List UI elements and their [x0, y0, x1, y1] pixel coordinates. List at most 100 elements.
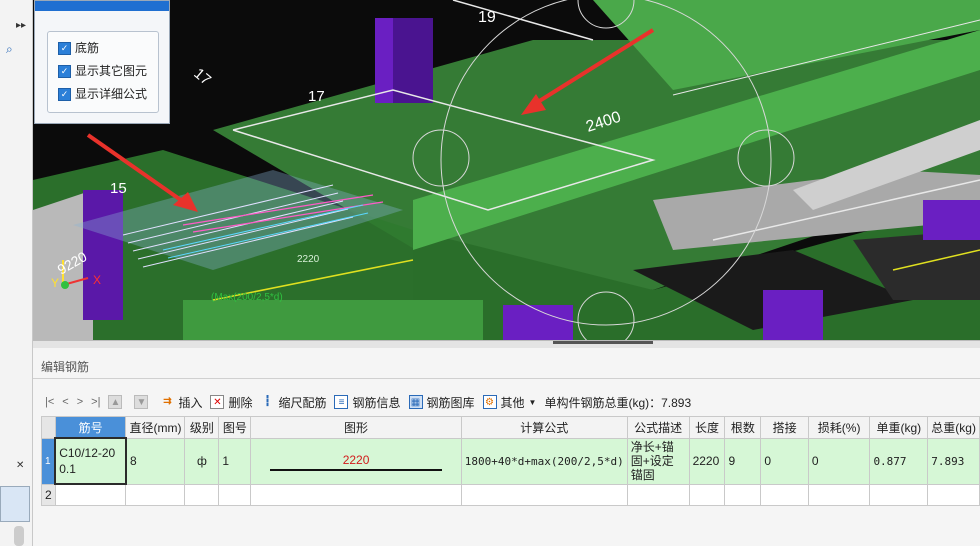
- length-cell[interactable]: [688, 483, 726, 506]
- chevron-down-icon: ▼: [528, 397, 537, 407]
- checkbox-show-other-elements[interactable]: ✓ 显示其它图元: [58, 63, 147, 79]
- formula-description-cell[interactable]: 净长+锚固+设定锚固: [626, 437, 690, 485]
- column-header[interactable]: 图号: [218, 416, 252, 439]
- splitter-grip[interactable]: [553, 341, 653, 344]
- shape-number-cell[interactable]: [218, 483, 252, 506]
- rebar-info-button[interactable]: ≡ 钢筋信息: [334, 394, 401, 411]
- count-cell[interactable]: 9: [724, 437, 762, 485]
- last-record-button[interactable]: >|: [91, 396, 100, 408]
- scale-icon: ┇: [264, 396, 271, 407]
- shape-cell[interactable]: 2220: [250, 437, 462, 485]
- total-weight-cell[interactable]: [927, 483, 980, 506]
- insert-button[interactable]: ⇉ 插入: [160, 394, 202, 411]
- unit-weight-cell[interactable]: 0.877: [869, 437, 929, 485]
- move-up-button[interactable]: ▲: [108, 395, 126, 409]
- shape-length-label: 2220: [342, 453, 370, 467]
- arrow-down-icon: ▼: [134, 395, 149, 409]
- other-menu-button[interactable]: ⚙ 其他 ▼: [482, 394, 537, 411]
- column-header[interactable]: 搭接: [760, 416, 809, 439]
- loss-cell[interactable]: 0: [807, 437, 871, 485]
- total-weight-cell[interactable]: 7.893: [927, 437, 980, 485]
- table-header-row: 筋号 直径(mm) 级别 图号 图形 计算公式 公式描述 长度 根数 搭接 损耗…: [41, 416, 980, 439]
- checkbox-bottom-rebar[interactable]: ✓ 底筋: [58, 40, 99, 56]
- column-header[interactable]: 单重(kg): [869, 416, 929, 439]
- expand-icon[interactable]: ▸▸: [16, 20, 26, 31]
- checkbox-checked-icon[interactable]: ✓: [58, 88, 71, 102]
- column-header[interactable]: 图形: [250, 416, 462, 439]
- grade-cell[interactable]: ф: [184, 437, 220, 485]
- formula-description-cell[interactable]: [626, 483, 690, 506]
- move-down-button[interactable]: ▼: [134, 395, 152, 409]
- grade-cell[interactable]: [184, 483, 220, 506]
- loss-cell[interactable]: [807, 483, 871, 506]
- gear-icon: ⚙: [482, 395, 497, 409]
- divider: [33, 378, 980, 379]
- length-cell[interactable]: 2220: [688, 437, 726, 485]
- unit-weight-cell[interactable]: [869, 483, 929, 506]
- purple-column-4: [923, 200, 980, 240]
- rebar-library-button[interactable]: ▦ 钢筋图库: [408, 394, 475, 411]
- diameter-cell[interactable]: 8: [125, 437, 186, 485]
- column-header[interactable]: 长度: [688, 416, 726, 439]
- table-row[interactable]: 1 C10/12-200.1 8 ф 1 2220 1800+40*d+max(…: [41, 437, 980, 485]
- scale-rebar-button[interactable]: ┇ 缩尺配筋: [260, 394, 326, 411]
- prev-record-button[interactable]: <: [62, 396, 68, 408]
- total-weight-label: 单构件钢筋总重(kg)：7.893: [544, 395, 692, 410]
- options-panel-header: [35, 1, 169, 11]
- search-icon[interactable]: ⌕: [6, 42, 13, 57]
- shape-number-cell[interactable]: 1: [218, 437, 252, 485]
- options-group: ✓ 底筋 ✓ 显示其它图元 ✓ 显示详细公式: [47, 31, 159, 113]
- document-icon: ≡: [334, 395, 349, 409]
- purple-column-1-side: [393, 18, 433, 103]
- collapse-icon[interactable]: ✕: [16, 460, 24, 471]
- bar-number-cell[interactable]: C10/12-200.1: [54, 437, 127, 485]
- column-header[interactable]: 级别: [184, 416, 220, 439]
- arrow-up-icon: ▲: [108, 395, 123, 409]
- formula-hint: (Max(200/2,5*d): [211, 292, 283, 303]
- lap-cell[interactable]: 0: [760, 437, 809, 485]
- display-options-panel: ✓ 底筋 ✓ 显示其它图元 ✓ 显示详细公式: [34, 0, 170, 124]
- formula-cell[interactable]: 1800+40*d+max(200/2,5*d): [460, 437, 628, 485]
- row-number[interactable]: 1: [41, 437, 56, 485]
- shape-drawing: 2220: [254, 439, 457, 483]
- column-header[interactable]: 计算公式: [460, 416, 628, 439]
- rebar-editor-panel: 编辑钢筋 |< < > >| ▲ ▼ ⇉ 插入 ✕ 删除 ┇ 缩尺配筋 ≡ 钢筋信息 ▦…: [33, 348, 980, 546]
- delete-button[interactable]: ✕ 删除: [210, 394, 252, 411]
- green-beam-bottom: [183, 300, 483, 340]
- column-header[interactable]: 损耗(%): [807, 416, 871, 439]
- column-header[interactable]: 总重(kg): [927, 416, 980, 439]
- column-header[interactable]: 直径(mm): [125, 416, 186, 439]
- axis-y-label: Y: [51, 276, 59, 290]
- count-cell[interactable]: [724, 483, 762, 506]
- column-header[interactable]: 根数: [724, 416, 762, 439]
- dimension-2220: 2220: [297, 254, 320, 265]
- editor-toolbar: |< < > >| ▲ ▼ ⇉ 插入 ✕ 删除 ┇ 缩尺配筋 ≡ 钢筋信息 ▦ 钢筋图库 …: [45, 392, 691, 412]
- scene-drawing: 19 17 17 15 2400 2220 9220 (Max(200/2,5*…: [33, 0, 980, 340]
- formula-cell[interactable]: [460, 483, 628, 506]
- left-panel-strip: ▸▸ ⌕ ✕: [0, 0, 33, 546]
- checkbox-show-detail-formula[interactable]: ✓ 显示详细公式: [58, 86, 147, 102]
- shape-cell[interactable]: [250, 483, 462, 506]
- bar-number-cell[interactable]: [54, 483, 127, 506]
- row-number[interactable]: 2: [41, 483, 56, 506]
- lap-cell[interactable]: [760, 483, 809, 506]
- tree-selected-item[interactable]: [0, 486, 30, 522]
- table-row[interactable]: 2: [41, 483, 980, 506]
- checkbox-checked-icon[interactable]: ✓: [58, 65, 71, 79]
- grid-label-19: 19: [478, 9, 496, 26]
- rebar-shape-line: [270, 469, 442, 471]
- 3d-viewport[interactable]: 19 17 17 15 2400 2220 9220 (Max(200/2,5*…: [33, 0, 980, 340]
- first-record-button[interactable]: |<: [45, 396, 54, 408]
- grid-label-17b: 17: [308, 88, 325, 105]
- row-header-corner: [41, 416, 56, 439]
- library-icon: ▦: [408, 395, 423, 409]
- diameter-cell[interactable]: [125, 483, 186, 506]
- next-record-button[interactable]: >: [77, 396, 83, 408]
- column-header[interactable]: 筋号: [54, 416, 127, 439]
- scrollbar-thumb[interactable]: [14, 526, 24, 546]
- axis-x-label: X: [93, 273, 101, 287]
- purple-column-2: [83, 190, 123, 320]
- checkbox-checked-icon[interactable]: ✓: [58, 42, 71, 56]
- grid-label-15: 15: [110, 180, 127, 197]
- column-header[interactable]: 公式描述: [626, 416, 690, 439]
